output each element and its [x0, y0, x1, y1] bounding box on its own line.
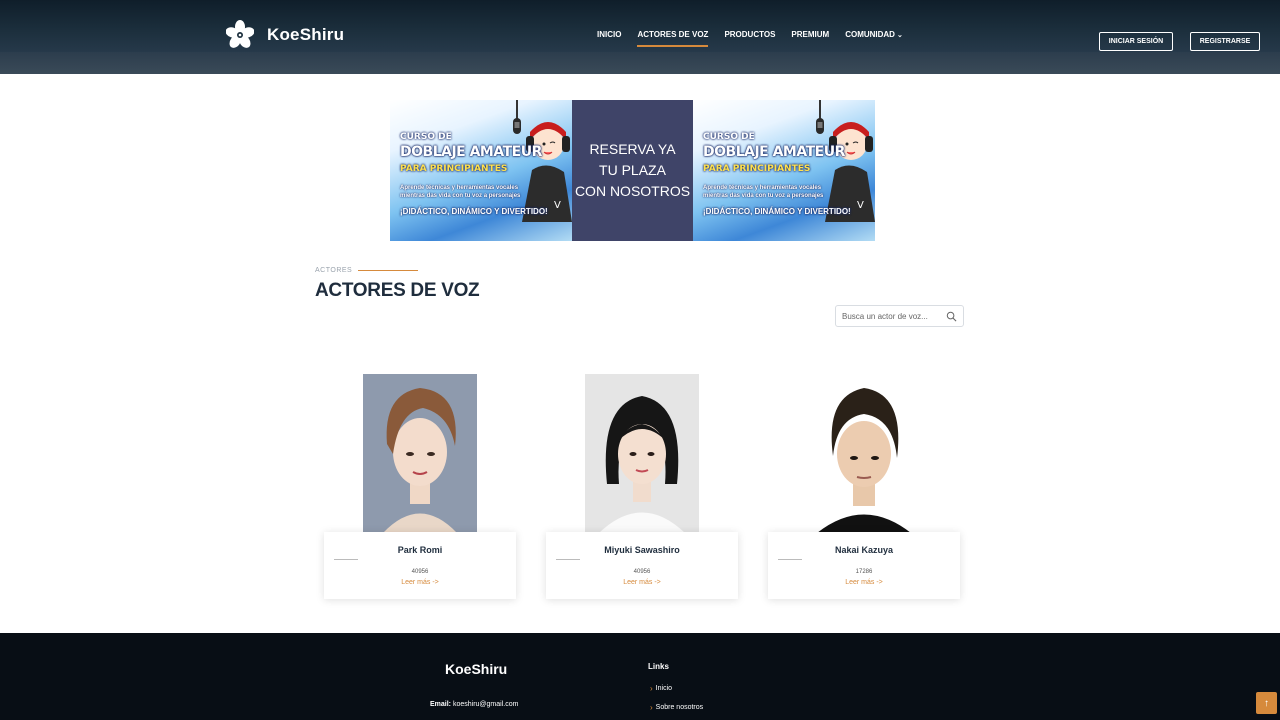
banner-promo-right: V CURSO DE DOBLAJE AMATEUR PARA PRINCIPI…: [693, 100, 875, 241]
footer-link-label: Sobre nosotros: [655, 704, 704, 711]
actor-photo[interactable]: [807, 374, 921, 533]
main-nav: INICIO ACTORES DE VOZ PRODUCTOS PREMIUM …: [597, 30, 919, 47]
eyebrow-divider: [358, 270, 419, 271]
nav-item-inicio[interactable]: INICIO: [597, 30, 621, 42]
banner-promo-left: V CURSO DE DOBLAJE AMATEUR PARA PRINCIPI…: [390, 100, 572, 241]
chevron-right-icon: ›: [650, 684, 653, 693]
actor-photo[interactable]: [363, 374, 477, 533]
read-more-link[interactable]: Leer más ->: [546, 579, 738, 586]
promo-line-3: PARA PRINCIPIANTES: [703, 164, 811, 174]
login-button[interactable]: INICIAR SESIÓN: [1099, 32, 1173, 51]
footer-link-sobre-nosotros[interactable]: › Sobre nosotros: [650, 703, 703, 712]
site-footer: KoeShiru Email: koeshiru@gmail.com Links…: [0, 633, 1280, 720]
chevron-down-icon: ⌄: [896, 32, 903, 39]
promo-line-5: ¡DIDÁCTICO, DINÁMICO Y DIVERTIDO!: [400, 207, 548, 216]
actor-photo-portrait: [585, 374, 699, 533]
actor-count: 40956: [633, 569, 651, 575]
svg-text:V: V: [857, 200, 864, 211]
svg-text:V: V: [554, 200, 561, 211]
promo-line-2: DOBLAJE AMATEUR: [400, 144, 542, 160]
actor-card-body: Park Romi 40956 Leer más ->: [324, 532, 516, 599]
header-strip: [0, 52, 1280, 74]
footer-link-label: Inicio: [655, 685, 673, 692]
footer-links-title: Links: [648, 662, 669, 671]
actor-card-body: Nakai Kazuya 17286 Leer más ->: [768, 532, 960, 599]
nav-item-productos[interactable]: PRODUCTOS: [724, 30, 775, 42]
banner-cta: RESERVA YA TU PLAZA CON NOSOTROS: [572, 100, 693, 241]
eyebrow-text: ACTORES: [315, 267, 353, 274]
cta-line-2: TU PLAZA: [599, 162, 666, 178]
search-input[interactable]: [842, 311, 942, 321]
nav-item-actores-de-voz[interactable]: ACTORES DE VOZ: [637, 30, 708, 47]
footer-email-value[interactable]: koeshiru@gmail.com: [453, 701, 518, 708]
sakura-flower-icon: [226, 20, 254, 48]
arrow-up-icon: ↑: [1264, 697, 1269, 709]
actor-search: [835, 305, 964, 327]
card-divider: [556, 559, 580, 560]
promo-line-1: CURSO DE: [703, 132, 755, 142]
read-more-link[interactable]: Leer más ->: [768, 579, 960, 586]
promo-line-5: ¡DIDÁCTICO, DINÁMICO Y DIVERTIDO!: [703, 207, 851, 216]
site-header: KoeShiru INICIO ACTORES DE VOZ PRODUCTOS…: [0, 0, 1280, 52]
actor-photo-portrait: [807, 374, 921, 533]
card-divider: [778, 559, 802, 560]
page-title: ACTORES DE VOZ: [315, 280, 480, 301]
actor-name[interactable]: Nakai Kazuya: [768, 545, 960, 555]
read-more-link[interactable]: Leer más ->: [324, 579, 516, 586]
promo-line-2: DOBLAJE AMATEUR: [703, 144, 845, 160]
promo-line-3: PARA PRINCIPIANTES: [400, 164, 508, 174]
brand-name: KoeShiru: [267, 25, 345, 44]
cartoon-girl-illustration: V: [522, 122, 572, 222]
banner-cta-text: RESERVA YA TU PLAZA CON NOSOTROS: [575, 139, 690, 202]
footer-email-label: Email:: [430, 701, 452, 708]
actor-count: 17286: [855, 569, 873, 575]
footer-email: Email: koeshiru@gmail.com: [430, 701, 518, 708]
actor-name[interactable]: Park Romi: [324, 545, 516, 555]
microphone-icon: [513, 100, 521, 134]
chevron-right-icon: ›: [650, 703, 653, 712]
footer-link-inicio[interactable]: › Inicio: [650, 684, 672, 693]
actor-name[interactable]: Miyuki Sawashiro: [546, 545, 738, 555]
microphone-icon: [816, 100, 824, 134]
cartoon-girl-illustration: V: [825, 122, 875, 222]
nav-item-premium[interactable]: PREMIUM: [791, 30, 829, 42]
cta-line-3: CON NOSOTROS: [574, 183, 691, 199]
promo-line-4: Aprende técnicas y herramientas vocales …: [703, 185, 824, 199]
section-eyebrow: ACTORES: [315, 267, 419, 274]
promo-line-4: Aprende técnicas y herramientas vocales …: [400, 185, 521, 199]
nav-item-comunidad-label: COMUNIDAD: [845, 30, 895, 39]
actor-count: 40956: [411, 569, 429, 575]
register-button[interactable]: REGISTRARSE: [1190, 32, 1260, 51]
actor-card-body: Miyuki Sawashiro 40956 Leer más ->: [546, 532, 738, 599]
footer-brand: KoeShiru: [445, 661, 508, 677]
nav-item-comunidad[interactable]: COMUNIDAD ⌄: [845, 30, 903, 42]
actor-photo[interactable]: [585, 374, 699, 533]
card-divider: [334, 559, 358, 560]
course-banner[interactable]: V CURSO DE DOBLAJE AMATEUR PARA PRINCIPI…: [390, 100, 895, 241]
promo-line-1: CURSO DE: [400, 132, 452, 142]
back-to-top-button[interactable]: ↑: [1256, 692, 1277, 714]
brand-logo[interactable]: KoeShiru: [226, 20, 344, 50]
search-icon[interactable]: [946, 311, 957, 322]
actor-photo-portrait: [363, 374, 477, 533]
cta-line-1: RESERVA YA: [589, 141, 676, 157]
